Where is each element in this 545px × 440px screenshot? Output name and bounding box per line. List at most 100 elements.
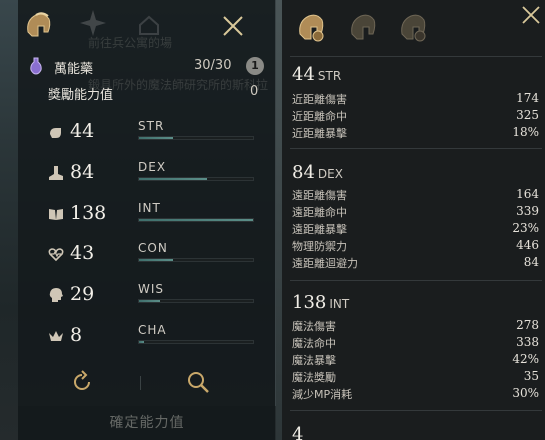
separator [290, 280, 542, 281]
detail-label: 減少MP消耗 [292, 388, 353, 401]
detail-line: 魔法獎勵 35 [292, 368, 539, 385]
potion-info-button[interactable]: 1 [246, 57, 264, 75]
tab-helmet-magic-icon[interactable] [398, 10, 428, 44]
stat-row-str[interactable]: 44 STR [18, 118, 276, 148]
stat-bar-wis [138, 299, 254, 303]
detail-line: 魔法傷害 278 [292, 317, 539, 334]
stat-detail-panel: 44 STR 近距離傷害 174 近距離命中 325 近距離暴擊 18% 84 DEX 遠… [282, 0, 545, 440]
stat-allocation-panel: 前往兵公寓的場 鍛具所外的魔法師研究所的斯科拉 萬能藥 30/30 1 獎勵能力… [18, 0, 276, 440]
stat-row-con[interactable]: 43 CON [18, 240, 276, 270]
search-icon[interactable] [186, 370, 210, 394]
detail-label: 遠距離命中 [292, 206, 347, 219]
detail-line: 物理防禦力 446 [292, 237, 539, 254]
detail-value: 42% [512, 352, 539, 366]
stat-bar-fill-wis [139, 300, 160, 302]
detail-group-number: 44 [292, 64, 315, 85]
detail-label: 魔法暴擊 [292, 354, 336, 367]
cha-crown-icon [49, 331, 63, 341]
stat-value-wis: 29 [70, 283, 95, 305]
stat-bar-fill-dex [139, 178, 208, 180]
stat-row-wis[interactable]: 29 WIS [18, 281, 276, 311]
detail-group-title: 44 STR [292, 64, 341, 85]
stat-value-dex: 84 [70, 161, 95, 183]
stat-bar-int [138, 218, 254, 222]
tab-helmet-attack-icon[interactable] [296, 10, 326, 44]
stat-row-cha[interactable]: 8 CHA [18, 322, 276, 352]
potion-name: 萬能藥 [54, 62, 94, 77]
detail-value: 174 [516, 91, 539, 105]
helmet-icon [27, 12, 51, 37]
detail-label: 遠距離暴擊 [292, 223, 347, 236]
detail-value: 84 [523, 255, 539, 269]
detail-line: 魔法命中 338 [292, 334, 539, 351]
detail-label: 近距離傷害 [292, 93, 347, 106]
stat-bar-fill-cha [139, 341, 144, 343]
detail-value: 278 [516, 318, 539, 332]
stat-bar-cha [138, 340, 254, 344]
potion-count: 30/30 [194, 58, 232, 73]
separator [290, 148, 542, 149]
potion-icon [30, 57, 42, 75]
detail-line: 減少MP消耗 30% [292, 385, 539, 402]
detail-value: 338 [516, 335, 539, 349]
stat-bar-str [138, 136, 254, 140]
detail-value: 18% [512, 125, 539, 139]
stat-name-wis: WIS [138, 282, 165, 296]
stat-value-con: 43 [70, 242, 95, 264]
stat-value-str: 44 [70, 120, 95, 142]
detail-line: 遠距離傷害 164 [292, 186, 539, 203]
stat-row-dex[interactable]: 84 DEX [18, 159, 276, 189]
faded-bg-text-top: 前往兵公寓的場 [88, 36, 173, 50]
stat-bar-fill-con [139, 259, 174, 261]
close-icon[interactable] [221, 14, 245, 38]
partial-next-group-number: 4 [292, 424, 304, 440]
detail-group-title: 84 DEX [292, 162, 343, 183]
stat-name-dex: DEX [138, 160, 167, 174]
str-fist-icon [50, 128, 61, 138]
confirm-stats-button[interactable]: 確定能力值 [18, 406, 276, 440]
tab-helmet-defense-icon[interactable] [348, 10, 378, 44]
stat-bar-fill-str [139, 137, 174, 139]
detail-label: 遠距離傷害 [292, 189, 347, 202]
action-divider [140, 376, 141, 390]
wis-head-icon [49, 288, 63, 302]
separator [290, 56, 542, 57]
detail-line: 近距離傷害 174 [292, 90, 539, 107]
right-panel-header [282, 0, 545, 54]
detail-value: 339 [516, 204, 539, 218]
detail-line: 近距離命中 325 [292, 107, 539, 124]
stat-name-str: STR [138, 119, 165, 133]
detail-line: 遠距離暴擊 23% [292, 220, 539, 237]
detail-group-abbr: DEX [317, 167, 343, 181]
detail-group-number: 84 [292, 162, 315, 183]
detail-value: 35 [523, 369, 539, 383]
detail-value: 446 [516, 238, 539, 252]
detail-value: 23% [512, 221, 539, 235]
detail-value: 325 [516, 108, 539, 122]
dex-boot-icon [49, 166, 63, 180]
detail-group-abbr: INT [329, 297, 350, 311]
stat-value-cha: 8 [70, 324, 83, 346]
bonus-points-value: 0 [250, 84, 259, 99]
detail-label: 魔法獎勵 [292, 371, 336, 384]
bonus-points-row: 獎勵能力值 0 [26, 82, 270, 103]
reset-icon[interactable] [70, 370, 94, 394]
con-heart-icon [48, 248, 64, 262]
detail-value: 164 [516, 187, 539, 201]
detail-line: 魔法暴擊 42% [292, 351, 539, 368]
detail-line: 遠距離命中 339 [292, 203, 539, 220]
detail-group-dex: 84 DEX 遠距離傷害 164 遠距離命中 339 遠距離暴擊 23% 物理防禦力 44… [282, 162, 545, 274]
stat-bar-con [138, 258, 254, 262]
detail-group-number: 138 [292, 292, 327, 313]
stat-row-int[interactable]: 138 INT [18, 200, 276, 230]
close-icon[interactable] [520, 4, 542, 26]
detail-label: 近距離暴擊 [292, 127, 347, 140]
detail-label: 遠距離迴避力 [292, 257, 358, 270]
stat-bar-dex [138, 177, 254, 181]
detail-value: 30% [512, 386, 539, 400]
detail-label: 魔法傷害 [292, 320, 336, 333]
int-book-icon [49, 209, 63, 220]
detail-label: 近距離命中 [292, 110, 347, 123]
stat-name-cha: CHA [138, 323, 167, 337]
stat-value-int: 138 [70, 202, 107, 224]
